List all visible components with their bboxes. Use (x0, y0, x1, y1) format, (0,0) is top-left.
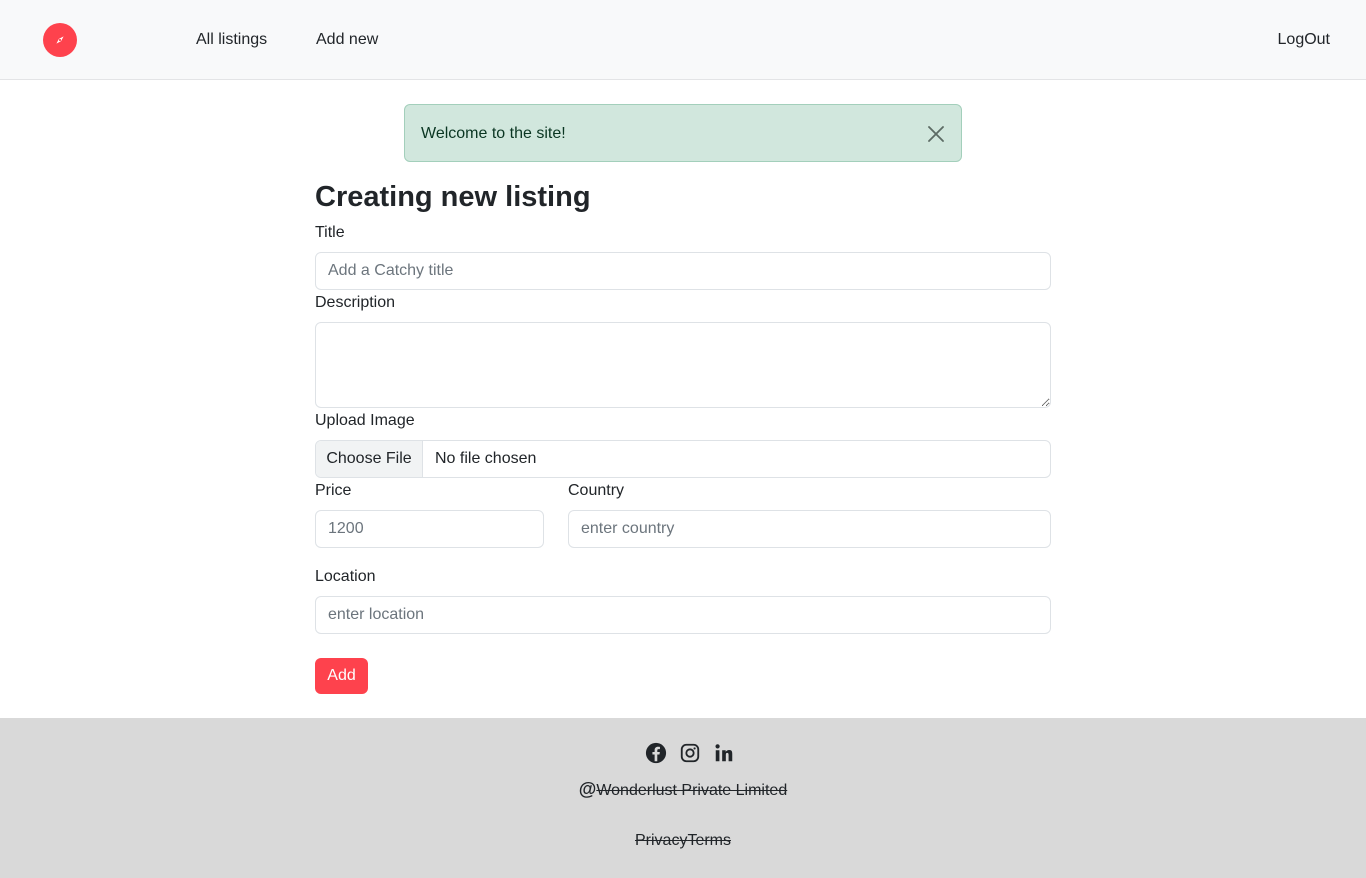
upload-image-label: Upload Image (315, 412, 415, 429)
facebook-link[interactable] (645, 742, 667, 764)
alert-message: Welcome to the site! (421, 125, 566, 142)
add-button[interactable]: Add (315, 658, 368, 694)
instagram-icon (680, 743, 700, 763)
success-alert: Welcome to the site! (404, 104, 962, 162)
close-icon (928, 126, 944, 142)
file-status-text: No file chosen (435, 450, 537, 467)
location-label: Location (315, 568, 376, 585)
policy-links: PrivacyTerms (0, 831, 1366, 851)
nav-add-new[interactable]: Add new (316, 30, 378, 50)
description-label: Description (315, 294, 396, 311)
price-input[interactable] (315, 510, 544, 548)
title-label: Title (315, 224, 345, 241)
navbar: All listings Add new LogOut (0, 0, 1366, 80)
image-file-input[interactable]: Choose File No file chosen (315, 440, 1051, 478)
social-links (645, 742, 735, 764)
instagram-link[interactable] (679, 742, 701, 764)
brand-logo[interactable] (43, 23, 77, 57)
alert-close-button[interactable] (925, 123, 947, 145)
title-input[interactable] (315, 252, 1051, 290)
privacy-link[interactable]: Privacy (635, 832, 687, 849)
linkedin-link[interactable] (713, 742, 735, 764)
copyright-symbol: @ (578, 779, 597, 799)
price-label: Price (315, 482, 352, 499)
country-label: Country (568, 482, 625, 499)
compass-icon (56, 36, 64, 44)
copyright: @Wonderlust Private Limited (0, 779, 1366, 801)
choose-file-button[interactable]: Choose File (316, 441, 423, 477)
country-input[interactable] (568, 510, 1051, 548)
nav-all-listings[interactable]: All listings (196, 30, 267, 50)
location-input[interactable] (315, 596, 1051, 634)
page-title: Creating new listing (315, 181, 591, 213)
linkedin-icon (715, 744, 733, 762)
company-name: Wonderlust Private Limited (596, 782, 788, 799)
footer: @Wonderlust Private Limited PrivacyTerms (0, 718, 1366, 878)
description-textarea[interactable] (315, 322, 1051, 408)
facebook-icon (645, 742, 667, 764)
terms-link[interactable]: Terms (687, 832, 731, 849)
nav-logout[interactable]: LogOut (1278, 30, 1330, 50)
